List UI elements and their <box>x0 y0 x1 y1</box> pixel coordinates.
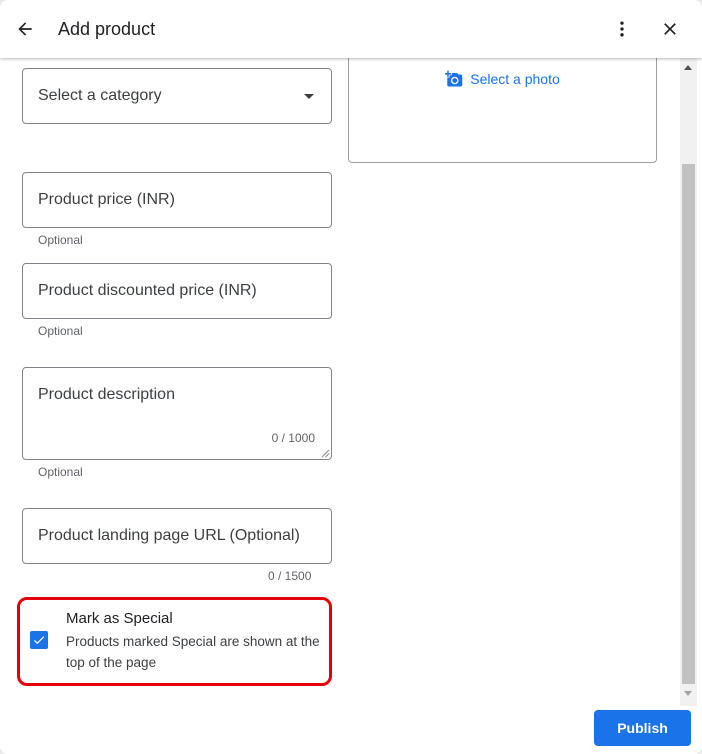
product-price-field[interactable]: Product price (INR) <box>22 172 332 228</box>
product-discounted-price-field[interactable]: Product discounted price (INR) <box>22 263 332 319</box>
photo-upload-area[interactable]: or Select a photo <box>348 58 657 163</box>
close-button[interactable] <box>652 11 688 47</box>
product-discounted-price-helper: Optional <box>38 324 83 338</box>
select-photo-label: Select a photo <box>470 71 560 87</box>
mark-as-special-description: Products marked Special are shown at the… <box>66 634 320 670</box>
dialog-title: Add product <box>58 19 156 39</box>
dropdown-arrow-icon <box>304 94 314 99</box>
scroll-up-arrow-icon[interactable] <box>684 65 692 70</box>
product-landing-url-label: Product landing page URL (Optional) <box>38 527 300 544</box>
check-icon <box>33 636 45 645</box>
product-discounted-price-label: Product discounted price (INR) <box>38 282 257 299</box>
arrow-back-icon <box>18 22 32 36</box>
url-char-counter: 0 / 1500 <box>268 569 312 583</box>
product-description-helper: Optional <box>38 465 83 479</box>
back-button[interactable] <box>7 11 43 47</box>
add-product-dialog: Add product or Select a photo <box>0 0 702 754</box>
product-description-field[interactable]: Product description 0 / 1000 <box>22 367 332 460</box>
publish-button[interactable]: Publish <box>594 710 691 746</box>
scrollbar-thumb[interactable] <box>682 164 695 684</box>
dialog-header: Add product <box>0 0 702 58</box>
more-options-button[interactable] <box>604 11 640 47</box>
scroll-down-arrow-icon[interactable] <box>684 691 692 696</box>
resize-handle-icon[interactable] <box>321 449 330 458</box>
description-char-counter: 0 / 1000 <box>271 431 315 445</box>
more-vert-icon <box>620 21 624 37</box>
add-photo-icon <box>445 70 463 87</box>
product-price-helper: Optional <box>38 233 83 247</box>
mark-as-special-checkbox[interactable] <box>30 631 48 649</box>
category-select-label: Select a category <box>38 87 162 104</box>
close-icon <box>664 23 676 35</box>
dialog-content: or Select a photo Select a category Prod… <box>0 58 680 754</box>
mark-as-special-title: Mark as Special <box>66 610 173 627</box>
content-scrollbar[interactable] <box>680 58 697 706</box>
product-description-label: Product description <box>38 386 175 403</box>
product-landing-url-field[interactable]: Product landing page URL (Optional) <box>22 508 332 564</box>
product-price-label: Product price (INR) <box>38 191 175 208</box>
select-photo-button[interactable]: Select a photo <box>445 70 560 88</box>
mark-as-special-section: Mark as Special Products marked Special … <box>17 597 332 686</box>
category-select[interactable]: Select a category <box>22 68 332 124</box>
